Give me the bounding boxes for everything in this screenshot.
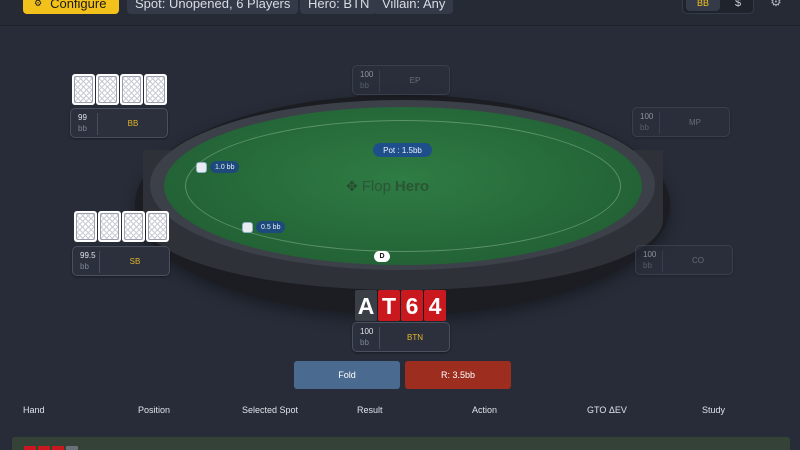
unit-bb-option[interactable]: BB [686,0,720,11]
hero-chip[interactable]: Hero: BTN [300,0,378,14]
seat-position: BTN [407,332,423,342]
seat-stack: 100 [360,70,374,79]
seat-unit: bb [80,262,89,271]
gear-icon[interactable]: ⚙ [768,0,784,10]
flophero-mark-icon: ✥ [346,177,358,194]
seat-btn[interactable]: 100 bb BTN [352,322,450,352]
seat-unit: bb [78,124,87,133]
card-back [146,211,169,242]
villain-chip[interactable]: Villain: Any [374,0,454,14]
seat-bb[interactable]: 99 bb BB [70,108,168,138]
seat-position: MP [689,117,701,127]
sliders-icon: ⚙ [34,0,43,8]
mini-card [52,446,64,450]
sb-bet-label: 0.5 bb [256,221,286,233]
sb-card-backs [74,211,169,242]
bb-bet: 1.0 bb [196,161,240,173]
chip-stack-icon [242,221,253,233]
seat-mp[interactable]: 100 bb MP [632,107,730,137]
spot-chip[interactable]: Spot: Unopened, 6 Players [127,0,299,14]
col-gto-ev: GTO ΔEV [587,405,627,415]
hero-card: A [355,290,377,321]
seat-unit: bb [640,123,649,132]
card-back [122,211,145,242]
seat-stack: 99 [78,113,87,122]
mini-card [24,446,36,450]
mini-card [38,446,50,450]
seat-position: EP [409,75,421,85]
configure-label: Configure [50,0,107,11]
seat-co[interactable]: 100 bb CO [635,245,733,275]
hero-card: T [378,290,400,321]
seat-stack: 99.5 [80,251,96,260]
seat-position: CO [692,255,704,265]
seat-position: BB [127,118,139,128]
fold-button[interactable]: Fold [294,361,400,389]
col-hand: Hand [23,405,45,415]
card-back [120,74,143,105]
mini-card [66,446,78,450]
sb-bet: 0.5 bb [242,221,286,233]
configure-button[interactable]: ⚙ Configure [23,0,119,14]
dealer-button: D [374,251,390,262]
card-back [72,74,95,105]
col-study: Study [702,405,726,415]
chip-stack-icon [196,161,207,173]
unit-toggle: BB $ [682,0,754,14]
hero-hand: A T 6 4 [355,290,446,321]
hero-card: 6 [401,290,423,321]
seat-unit: bb [360,81,369,90]
history-row[interactable] [12,437,790,450]
card-back [144,74,167,105]
card-back [74,211,97,242]
card-back [98,211,121,242]
bb-card-backs [72,74,167,105]
seat-sb[interactable]: 99.5 bb SB [72,246,170,276]
card-back [96,74,119,105]
col-result: Result [357,405,383,415]
seat-stack: 100 [360,327,374,336]
flophero-logo: ✥ Flop Hero [346,177,430,195]
seat-unit: bb [360,338,369,347]
seat-stack: 100 [643,250,657,259]
col-action: Action [472,405,498,415]
bb-bet-label: 1.0 bb [210,161,240,173]
seat-stack: 100 [640,112,654,121]
history-header: Hand Position Selected Spot Result Actio… [0,403,800,419]
pot-label: Pot : 1.5bb [373,143,432,157]
seat-unit: bb [643,261,652,270]
top-toolbar: ⚙ Configure Spot: Unopened, 6 Players He… [0,0,800,26]
seat-ep[interactable]: 100 bb EP [352,65,450,95]
hero-card: 4 [424,290,446,321]
col-selected-spot: Selected Spot [242,405,299,415]
unit-dollar-option[interactable]: $ [727,0,749,11]
raise-button[interactable]: R: 3.5bb [405,361,511,389]
col-position: Position [138,405,171,415]
seat-position: SB [129,256,141,266]
